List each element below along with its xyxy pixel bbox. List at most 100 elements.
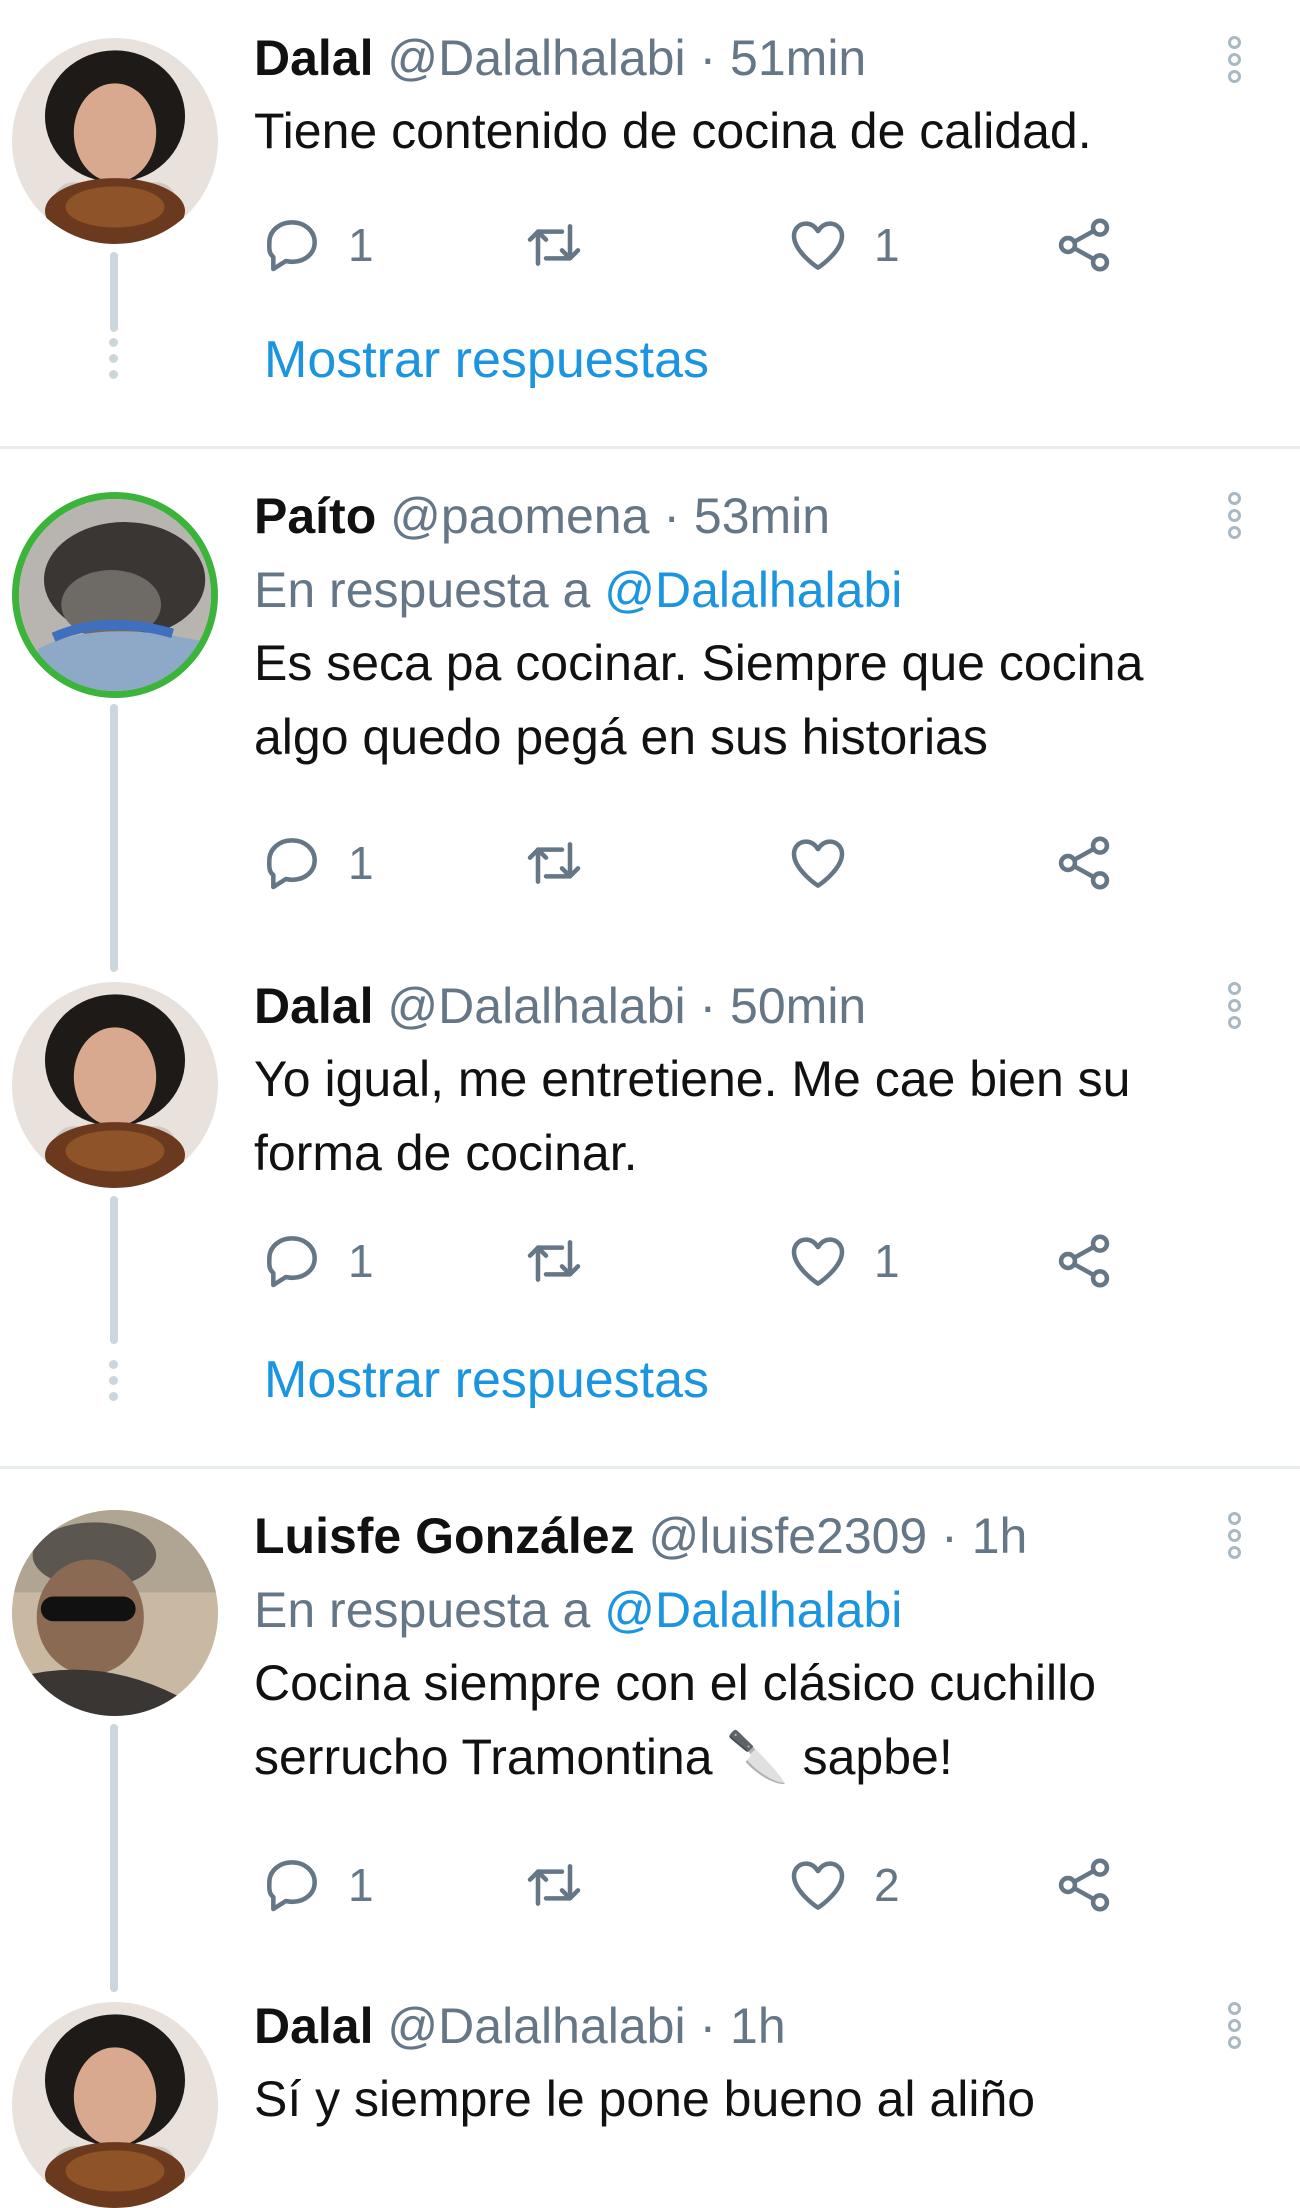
- share-icon: [1058, 1234, 1110, 1288]
- share-button[interactable]: [1052, 1226, 1116, 1296]
- tweet-header: Paíto @paomena · 53min: [254, 486, 1234, 546]
- thread-line: [110, 704, 118, 972]
- author-handle[interactable]: @Dalalhalabi: [387, 1998, 685, 2054]
- retweet-icon: [527, 842, 581, 884]
- reply-button[interactable]: 1: [260, 1850, 374, 1920]
- avatar[interactable]: [12, 2002, 218, 2208]
- avatar-image: [12, 2002, 218, 2208]
- reply-button[interactable]: 1: [260, 828, 374, 898]
- thread-line: [110, 1724, 118, 1992]
- tweet-time[interactable]: 1h: [972, 1508, 1028, 1564]
- show-replies-link[interactable]: Mostrar respuestas: [264, 330, 709, 390]
- author-handle[interactable]: @Dalalhalabi: [387, 978, 685, 1034]
- tweet-text: Sí y siempre le pone bueno al aliño: [254, 2071, 1036, 2127]
- like-count: 2: [874, 1859, 900, 1911]
- tweet-header: Dalal @Dalalhalabi · 51min: [254, 28, 1234, 88]
- author-handle[interactable]: @luisfe2309: [649, 1508, 928, 1564]
- more-options-icon[interactable]: [1228, 492, 1250, 543]
- heart-icon: [791, 839, 845, 888]
- reply-to-mention[interactable]: @Dalalhalabi: [604, 1582, 902, 1638]
- author-name[interactable]: Dalal: [254, 30, 374, 86]
- author-name[interactable]: Luisfe González: [254, 1508, 635, 1564]
- reply-context: En respuesta a @Dalalhalabi: [254, 560, 1234, 620]
- tweet-header: Dalal @Dalalhalabi · 50min: [254, 976, 1234, 1036]
- reply-button[interactable]: 1: [260, 1226, 374, 1296]
- retweet-button[interactable]: [522, 1226, 610, 1296]
- tweet-text: Es seca pa cocinar. Siempre que cocina a…: [254, 635, 1144, 765]
- tweet-content: Dalal @Dalalhalabi · 1h Sí y siempre le …: [254, 1996, 1234, 2136]
- thread-ellipsis: [107, 338, 121, 386]
- tweet-text: Yo igual, me entretiene. Me cae bien su …: [254, 1051, 1131, 1181]
- reply-button[interactable]: 1: [260, 210, 374, 280]
- avatar-image: [19, 499, 211, 691]
- reply-count: 1: [348, 1235, 374, 1287]
- like-count: 1: [874, 1235, 900, 1287]
- like-button[interactable]: [786, 828, 874, 898]
- avatar[interactable]: [12, 492, 218, 698]
- thread-separator: [0, 1466, 1300, 1469]
- reply-icon: [267, 220, 317, 272]
- author-name[interactable]: Dalal: [254, 1998, 374, 2054]
- tweet-time[interactable]: 53min: [694, 488, 830, 544]
- dot-separator: ·: [699, 1998, 717, 2054]
- reply-count: 1: [348, 219, 374, 271]
- share-button[interactable]: [1052, 210, 1116, 280]
- dot-separator: ·: [699, 978, 717, 1034]
- tweet-actions: 1 2: [254, 1850, 1154, 1920]
- avatar[interactable]: [12, 982, 218, 1188]
- like-button[interactable]: 1: [786, 210, 900, 280]
- reply-count: 1: [348, 837, 374, 889]
- retweet-button[interactable]: [522, 210, 610, 280]
- retweet-icon: [527, 224, 581, 266]
- more-options-icon[interactable]: [1228, 36, 1250, 87]
- dot-separator: ·: [663, 488, 680, 544]
- tweet-actions: 1: [254, 828, 1154, 898]
- reply-context: En respuesta a @Dalalhalabi: [254, 1580, 1234, 1640]
- tweet-time[interactable]: 51min: [730, 30, 866, 86]
- tweet-actions: 1 1: [254, 1226, 1154, 1296]
- share-icon: [1058, 836, 1110, 890]
- thread-line: [110, 252, 118, 332]
- tweet-header: Dalal @Dalalhalabi · 1h: [254, 1996, 1234, 2056]
- author-name[interactable]: Dalal: [254, 978, 374, 1034]
- share-button[interactable]: [1052, 1850, 1116, 1920]
- reply-to-mention[interactable]: @Dalalhalabi: [604, 562, 902, 618]
- avatar-image: [12, 982, 218, 1188]
- like-button[interactable]: 1: [786, 1226, 900, 1296]
- reply-icon: [267, 838, 317, 890]
- share-button[interactable]: [1052, 828, 1116, 898]
- retweet-icon: [527, 1240, 581, 1282]
- tweet-time[interactable]: 1h: [730, 1998, 786, 2054]
- tweet-actions: 1 1: [254, 210, 1154, 280]
- avatar[interactable]: [12, 38, 218, 244]
- share-icon: [1058, 1858, 1110, 1912]
- avatar-image: [12, 38, 218, 244]
- reply-count: 1: [348, 1859, 374, 1911]
- retweet-icon: [527, 1864, 581, 1906]
- more-options-icon[interactable]: [1228, 2002, 1250, 2053]
- tweet-text: Cocina siempre con el clásico cuchillo s…: [254, 1655, 1097, 1785]
- tweet-content: Dalal @Dalalhalabi · 51min Tiene conteni…: [254, 28, 1234, 168]
- tweet-content: Luisfe González @luisfe2309 · 1h En resp…: [254, 1506, 1234, 1794]
- like-button[interactable]: 2: [786, 1850, 900, 1920]
- author-handle[interactable]: @paomena: [390, 488, 649, 544]
- avatar-image: [12, 1510, 218, 1716]
- heart-icon: [791, 1237, 845, 1286]
- reply-icon: [267, 1860, 317, 1912]
- more-options-icon[interactable]: [1228, 982, 1250, 1033]
- reply-context-label: En respuesta a: [254, 1582, 591, 1638]
- retweet-button[interactable]: [522, 1850, 610, 1920]
- show-replies-link[interactable]: Mostrar respuestas: [264, 1350, 709, 1410]
- author-handle[interactable]: @Dalalhalabi: [387, 30, 685, 86]
- avatar[interactable]: [12, 1510, 218, 1716]
- retweet-button[interactable]: [522, 828, 610, 898]
- tweet-content: Dalal @Dalalhalabi · 50min Yo igual, me …: [254, 976, 1234, 1190]
- heart-icon: [791, 221, 845, 270]
- thread-ellipsis: [107, 1360, 121, 1408]
- more-options-icon[interactable]: [1228, 1512, 1250, 1563]
- tweet-text: Tiene contenido de cocina de calidad.: [254, 103, 1092, 159]
- tweet-time[interactable]: 50min: [730, 978, 866, 1034]
- author-name[interactable]: Paíto: [254, 488, 376, 544]
- reply-context-label: En respuesta a: [254, 562, 591, 618]
- dot-separator: ·: [699, 30, 717, 86]
